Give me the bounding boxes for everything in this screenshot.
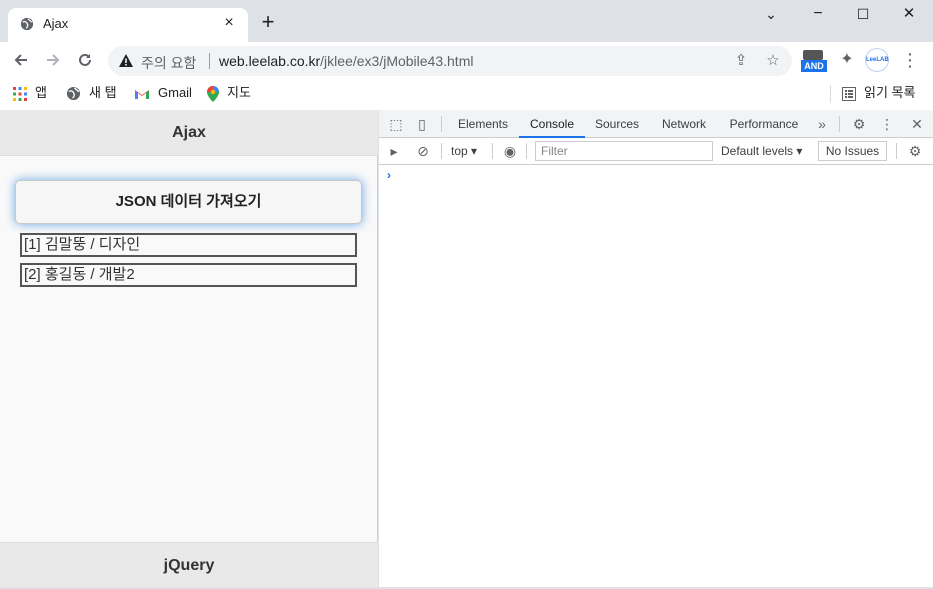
url-host: web.leelab.co.kr — [219, 53, 321, 69]
map-pin-icon — [207, 85, 219, 102]
leelab-avatar[interactable]: LeeLAB — [865, 48, 889, 72]
reading-list-button[interactable]: 읽기 목록 — [842, 83, 915, 103]
new-tab-button[interactable]: + — [258, 11, 278, 33]
browser-window: Ajax × + ⌄ − ☐ ✕ 주의 요함 web.leelab.co.kr/… — [0, 0, 933, 589]
bookmark-apps[interactable]: 앱 — [13, 83, 47, 103]
context-selector[interactable]: top ▾ — [451, 142, 477, 160]
tab-network[interactable]: Network — [655, 110, 713, 138]
tab-performance[interactable]: Performance — [725, 110, 803, 138]
result-item: [2] 홍길동 / 개발2 — [20, 263, 357, 287]
tab-search-icon[interactable]: ⌄ — [748, 0, 794, 30]
warning-icon[interactable] — [118, 53, 134, 69]
bookmarks-bar: 앱 새 탭 Gmail 지도 읽기 목록 — [0, 78, 933, 110]
sidebar-toggle-icon[interactable]: ▸ — [385, 142, 403, 160]
page-header: Ajax — [0, 110, 378, 156]
inspect-element-icon[interactable]: ⬚ — [387, 115, 405, 133]
tab-sources[interactable]: Sources — [589, 110, 645, 138]
back-button[interactable] — [9, 48, 33, 72]
reload-button[interactable] — [73, 48, 97, 72]
bookmark-new-tab[interactable]: 새 탭 — [66, 83, 117, 103]
fetch-json-button[interactable]: JSON 데이터 가져오기 — [15, 180, 362, 224]
devtools-panel: ⬚ ▯ Elements Console Sources Network Per… — [379, 110, 933, 587]
divider — [492, 143, 493, 159]
live-expression-eye-icon[interactable]: ◉ — [501, 142, 519, 160]
console-prompt[interactable]: › — [387, 168, 391, 182]
device-toggle-icon[interactable]: ▯ — [413, 115, 431, 133]
bookmark-maps-label: 지도 — [227, 85, 251, 100]
browser-tab[interactable]: Ajax × — [8, 8, 248, 42]
divider — [209, 53, 210, 69]
more-tabs-icon[interactable]: » — [813, 115, 831, 133]
divider — [441, 143, 442, 159]
arrow-left-icon — [14, 54, 27, 66]
log-levels-dropdown[interactable]: Default levels ▾ — [721, 142, 802, 160]
clear-console-icon[interactable]: ⊘ — [414, 142, 432, 160]
divider — [896, 143, 897, 159]
address-bar[interactable]: 주의 요함 web.leelab.co.kr/jklee/ex3/jMobile… — [108, 46, 792, 76]
arrow-right-icon — [47, 54, 60, 66]
tab-elements[interactable]: Elements — [453, 110, 513, 138]
console-filter-input[interactable]: Filter — [535, 141, 713, 161]
leelab-logo-label: LeeLAB — [865, 48, 889, 72]
globe-icon — [20, 17, 34, 31]
result-item: [1] 김말뚱 / 디자인 — [20, 233, 357, 257]
settings-gear-icon[interactable]: ⚙ — [850, 115, 868, 133]
bookmark-gmail-label: Gmail — [158, 85, 192, 100]
browser-toolbar: 주의 요함 web.leelab.co.kr/jklee/ex3/jMobile… — [0, 42, 933, 78]
page-footer: jQuery — [0, 542, 378, 587]
gmail-icon — [135, 89, 149, 99]
reload-icon — [79, 53, 91, 66]
bookmark-apps-label: 앱 — [35, 85, 47, 100]
issues-button[interactable]: No Issues — [818, 141, 887, 161]
log-levels-label: Default levels — [721, 144, 794, 158]
bookmark-maps[interactable]: 지도 — [207, 83, 251, 103]
close-devtools-icon[interactable]: ✕ — [908, 115, 926, 133]
divider — [839, 116, 840, 132]
apps-grid-icon — [13, 86, 27, 101]
divider — [441, 116, 442, 132]
divider — [526, 143, 527, 159]
reading-list-icon — [842, 86, 856, 101]
security-status[interactable]: 주의 요함 — [141, 53, 196, 73]
divider — [830, 85, 831, 103]
reading-list-label: 읽기 목록 — [864, 85, 916, 100]
window-close-button[interactable]: ✕ — [886, 0, 932, 30]
minimize-button[interactable]: − — [795, 0, 841, 30]
devtools-tabbar: ⬚ ▯ Elements Console Sources Network Per… — [379, 110, 933, 138]
bookmark-gmail[interactable]: Gmail — [134, 83, 192, 103]
url-path: /jklee/ex3/jMobile43.html — [320, 53, 474, 69]
tab-console[interactable]: Console — [519, 110, 585, 138]
bookmark-star-icon[interactable]: ☆ — [764, 52, 782, 70]
context-value: top — [451, 144, 468, 158]
share-icon[interactable]: ⇪ — [732, 52, 750, 70]
tab-title: Ajax — [43, 16, 69, 31]
console-toolbar: ▸ ⊘ top ▾ ◉ Filter Default levels ▾ No I… — [379, 138, 933, 165]
tab-close-icon[interactable]: × — [220, 14, 238, 32]
maximize-button[interactable]: ☐ — [840, 0, 886, 30]
tab-strip: Ajax × + ⌄ − ☐ ✕ — [0, 0, 933, 42]
page-viewport: Ajax JSON 데이터 가져오기 [1] 김말뚱 / 디자인 [2] 홍길동… — [0, 110, 378, 587]
console-settings-gear-icon[interactable]: ⚙ — [906, 142, 924, 160]
bookmark-new-tab-label: 새 탭 — [89, 85, 117, 100]
kebab-menu-icon[interactable]: ⋮ — [878, 115, 896, 133]
chrome-menu-icon[interactable]: ⋮ — [898, 48, 922, 72]
extension-and-label: AND — [801, 60, 827, 72]
extension-and-icon[interactable]: AND — [801, 48, 827, 72]
extensions-puzzle-icon[interactable]: ✦ — [835, 48, 859, 72]
url-text[interactable]: web.leelab.co.kr/jklee/ex3/jMobile43.htm… — [219, 53, 473, 69]
globe-icon — [66, 87, 81, 101]
forward-button[interactable] — [41, 48, 65, 72]
